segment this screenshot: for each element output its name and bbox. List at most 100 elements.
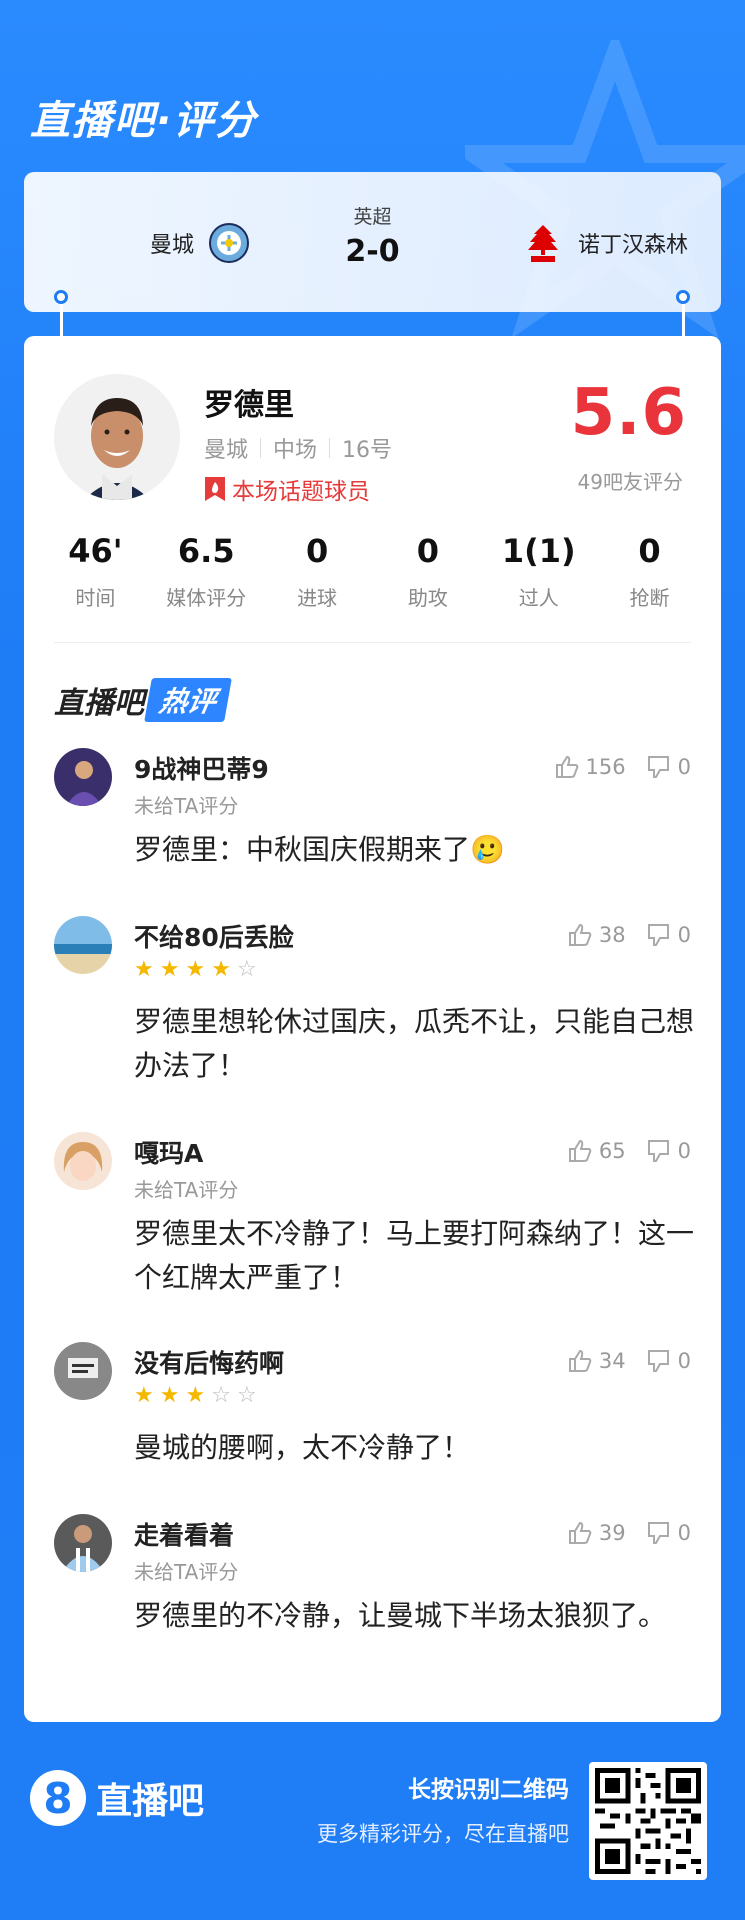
thumbs-up-icon [568,1349,592,1372]
avatar[interactable] [54,1342,112,1400]
stat-label: 助攻 [407,586,448,610]
dislike-count: 0 [677,1521,691,1545]
fan-rating: 5.6 [570,376,687,450]
comment-text: 曼城的腰啊，太不冷静了！ [134,1431,471,1464]
user-avatar-icon [54,1342,112,1400]
player-name: 罗德里 [204,388,294,423]
like-button[interactable]: 65 [567,1138,626,1164]
comment-username[interactable]: 嘎玛A [134,1134,203,1170]
avatar[interactable] [54,916,112,974]
section-divider [54,642,691,643]
thumbs-down-icon [647,1522,669,1544]
stat-item: 0 助攻 [372,532,483,611]
comment-rating-status: 未给TA评分 [134,1178,239,1202]
star-filled-icon: ★ [185,1383,206,1408]
like-button[interactable]: 39 [567,1520,626,1546]
star-filled-icon: ★ [211,957,231,982]
player-meta: 曼城 中场 16号 [204,432,392,464]
comment-rating-status: 未给TA评分 [134,794,239,818]
stat-value: 6.5 [177,532,235,570]
stat-item: 46' 时间 [40,532,151,611]
user-avatar-icon [54,1132,112,1190]
comment-username[interactable]: 没有后悔药啊 [134,1344,284,1380]
stat-item: 0 进球 [262,532,373,611]
comment-username[interactable]: 不给80后丢脸 [134,918,294,954]
user-avatar-icon [54,748,112,806]
comment-actions: 65 0 [567,1138,691,1164]
dislike-button[interactable]: 0 [646,922,691,948]
like-button[interactable]: 34 [567,1348,626,1374]
player-avatar[interactable] [54,374,180,500]
star-filled-icon: ★ [159,957,180,982]
dislike-count: 0 [677,1349,691,1373]
meta-divider [329,438,331,458]
stat-item: 6.5 媒体评分 [151,532,262,611]
dislike-button[interactable]: 0 [646,754,691,780]
player-stats: 46' 时间 6.5 媒体评分 0 进球 0 助攻 1(1) 过人 0 抢断 [40,532,705,611]
hot-header-brand: 直播吧 [54,686,144,721]
thumbs-up-icon [568,1139,592,1162]
dislike-count: 0 [677,923,691,947]
stat-value: 1(1) [501,532,576,570]
qr-code[interactable] [589,1762,707,1880]
comment-actions: 156 0 [554,754,691,780]
comment-username[interactable]: 走着看着 [134,1516,234,1552]
like-count: 39 [598,1521,626,1545]
user-avatar-icon [54,916,112,974]
comment-item: 嘎玛A 未给TA评分 65 0 罗德里太不冷静了！马上要打阿森纳了！这一个红牌太… [54,1132,695,1322]
comment-text: 罗德里：中秋国庆假期来了🥲 [134,833,505,866]
thumbs-up-icon [568,923,592,946]
match-card[interactable]: 曼城 英超 2-0 诺丁汉森林 [24,172,721,312]
comment-text: 罗德里太不冷静了！马上要打阿森纳了！这一个红牌太严重了！ [134,1217,695,1294]
thumbs-down-icon [647,756,669,778]
dislike-button[interactable]: 0 [646,1138,691,1164]
comment-rating-status: 未给TA评分 [134,1560,239,1584]
stat-label: 媒体评分 [166,586,247,610]
star-filled-icon: ★ [134,957,154,982]
stat-value: 0 [638,532,661,570]
comment-text: 罗德里的不冷静，让曼城下半场太狼狈了。 [134,1599,667,1632]
rating-count: 49吧友评分 [577,470,683,494]
star-empty-icon: ☆ [211,1383,231,1408]
dislike-button[interactable]: 0 [646,1348,691,1374]
comment-item: 不给80后丢脸 ★ ★ ★ ★ ☆ 38 0 罗德里想轮休过国庆，瓜秃不让，只能… [54,916,695,1106]
avatar[interactable] [54,748,112,806]
logo-mark: 8 [30,1770,86,1826]
thumbs-down-icon [647,1140,669,1162]
cta-primary: 长按识别二维码 [408,1777,569,1803]
hot-header-tag: 热评 [144,678,232,722]
brand-logo: 8 直播吧 [30,1770,204,1826]
stat-label: 进球 [297,586,338,610]
stat-label: 时间 [75,586,116,610]
comment-item: 走着看着 未给TA评分 39 0 罗德里的不冷静，让曼城下半场太狼狈了。 [54,1514,691,1694]
stat-value: 0 [305,532,329,570]
dislike-button[interactable]: 0 [646,1520,691,1546]
like-count: 34 [598,1349,626,1373]
hot-topic-label: 本场话题球员 [232,479,370,505]
page-title: 直播吧·评分 [30,98,258,144]
dislike-count: 0 [677,1139,691,1163]
avatar[interactable] [54,1514,112,1572]
away-team[interactable]: 诺丁汉森林 [522,222,688,264]
stat-value: 46' [68,532,123,570]
thumbs-down-icon [647,924,669,946]
like-count: 65 [598,1139,626,1163]
player-photo-icon [54,374,180,500]
star-filled-icon: ★ [134,1383,154,1408]
like-button[interactable]: 38 [567,922,626,948]
comment-actions: 38 0 [567,922,691,948]
meta-divider [260,438,262,458]
away-team-name: 诺丁汉森林 [578,233,689,258]
connector-dot [676,290,690,304]
cta-secondary: 更多精彩评分，尽在直播吧 [317,1822,569,1846]
avatar[interactable] [54,1132,112,1190]
logo-text: 直播吧 [96,1781,205,1822]
comment-text: 罗德里想轮休过国庆，瓜秃不让，只能自己想办法了！ [134,1005,695,1082]
like-button[interactable]: 156 [554,754,626,780]
player-position: 中场 [273,438,318,463]
thumbs-up-icon [555,755,578,778]
comment-username[interactable]: 9战神巴蒂9 [134,750,269,786]
comment-star-rating: ★ ★ ★ ★ ☆ [134,958,257,982]
player-number: 16号 [342,438,393,463]
stat-label: 抢断 [629,586,670,610]
